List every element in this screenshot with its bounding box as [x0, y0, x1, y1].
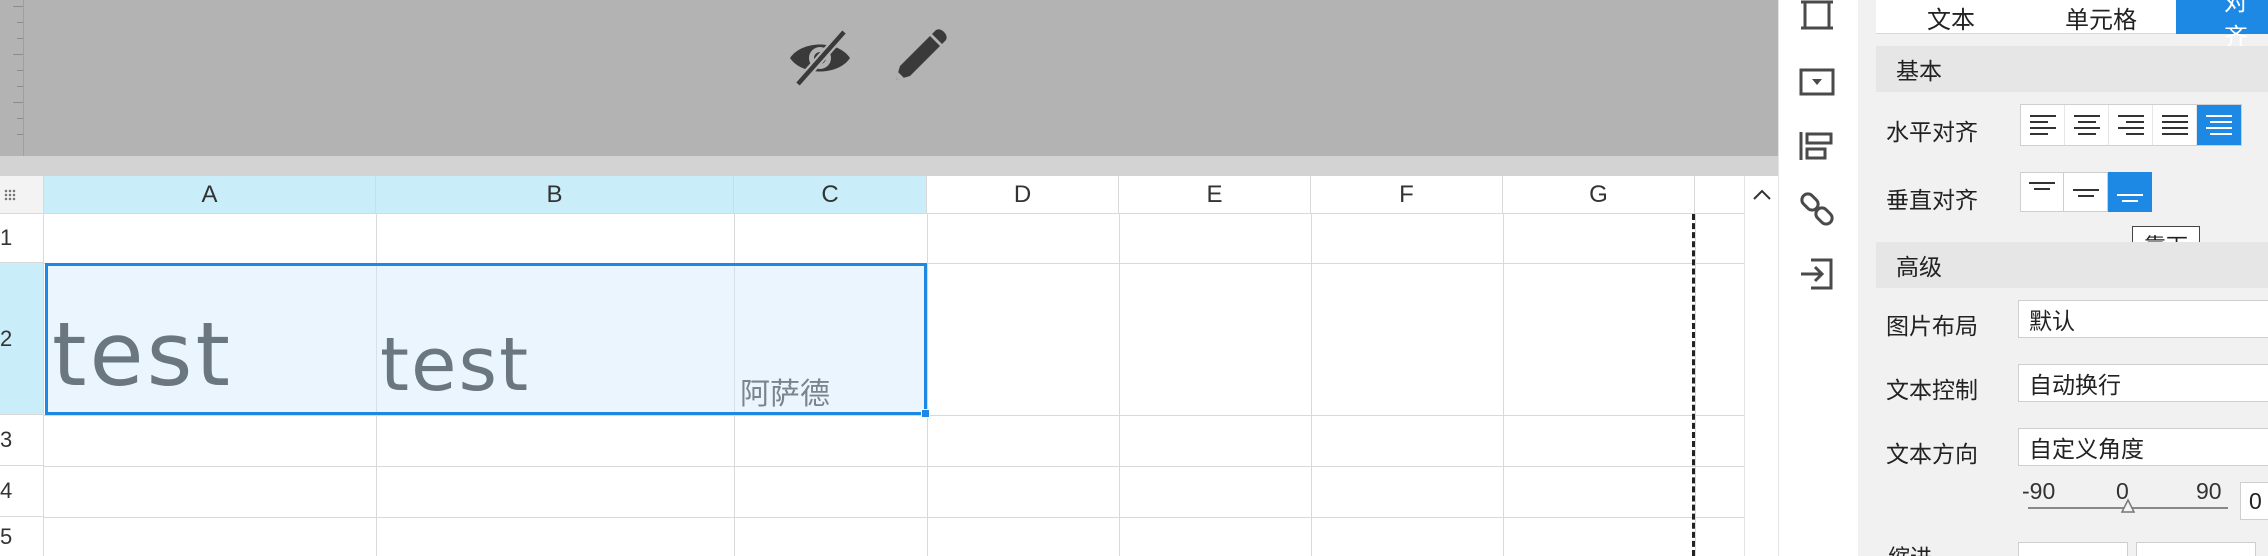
pencil-icon[interactable] [882, 22, 954, 94]
valign-top-icon [2029, 182, 2055, 190]
grid-line [1311, 214, 1312, 556]
design-preview-area [0, 0, 1778, 156]
vertical-align-label: 垂直对齐 [1886, 188, 1978, 214]
indent-input[interactable] [2018, 542, 2128, 556]
align-distributed-icon [2206, 115, 2232, 135]
horizontal-align-group [2020, 104, 2242, 146]
indent-label: 缩进 [1888, 540, 1932, 556]
image-layout-label: 图片布局 [1886, 314, 1978, 340]
row-header-2[interactable]: 2 [0, 263, 44, 415]
horizontal-align-label: 水平对齐 [1886, 120, 1978, 146]
grid-line [1695, 214, 1696, 556]
align-right-button[interactable] [2109, 105, 2153, 145]
link-icon[interactable] [1797, 190, 1837, 230]
tab-cell[interactable]: 单元格 [2026, 0, 2176, 34]
row-header-3[interactable]: 3 [0, 415, 44, 466]
dropdown-box-icon[interactable] [1797, 62, 1837, 102]
cell-a2[interactable]: test [52, 311, 233, 399]
valign-middle-icon [2072, 189, 2099, 197]
cell-c2[interactable]: 阿萨德 [740, 380, 830, 410]
column-header-f[interactable]: F [1311, 176, 1503, 214]
column-header-e[interactable]: E [1119, 176, 1311, 214]
align-right-icon [2117, 115, 2144, 135]
valign-bottom-icon [2117, 194, 2143, 202]
column-header-g[interactable]: G [1503, 176, 1695, 214]
vertical-align-group [2020, 172, 2152, 212]
chevron-up-icon[interactable] [1751, 184, 1773, 206]
align-justify-button[interactable] [2153, 105, 2197, 145]
valign-middle-button[interactable] [2064, 172, 2108, 212]
section-advanced-heading: 高级 [1876, 242, 2268, 288]
column-header-c[interactable]: C [734, 176, 927, 214]
tab-align[interactable]: 对齐 [2176, 0, 2268, 51]
text-control-select[interactable]: 自动换行 [2018, 364, 2268, 402]
select-all-corner[interactable] [0, 176, 44, 214]
tab-text[interactable]: 文本 [1876, 0, 2026, 34]
section-basic-heading: 基本 [1876, 46, 2268, 92]
valign-top-button[interactable] [2020, 172, 2064, 212]
crop-icon[interactable] [1797, 0, 1837, 36]
valign-bottom-button[interactable] [2108, 172, 2152, 212]
column-header-a[interactable]: A [44, 176, 376, 214]
align-blocks-icon[interactable] [1797, 126, 1837, 166]
column-header-d[interactable]: D [927, 176, 1119, 214]
vertical-scrollbar[interactable] [1744, 176, 1778, 556]
spreadsheet-grid[interactable]: A B C D E F G 1 2 3 4 5 test test 阿萨德 [0, 176, 1778, 556]
page-break-line [1692, 214, 1695, 556]
preview-divider [0, 156, 1778, 176]
grid-line [927, 214, 928, 556]
grid-line [1503, 214, 1504, 556]
column-header-blank [1695, 176, 1744, 214]
text-control-label: 文本控制 [1886, 378, 1978, 404]
align-left-button[interactable] [2021, 105, 2065, 145]
vertical-ruler [0, 0, 24, 156]
row-header-1[interactable]: 1 [0, 214, 44, 263]
angle-slider-thumb[interactable] [2120, 498, 2136, 513]
align-justify-icon [2161, 115, 2188, 135]
image-layout-select[interactable]: 默认 [2018, 300, 2268, 338]
panel-tabs: 文本 单元格 对齐 [1876, 0, 2268, 51]
cell-b2[interactable]: test [380, 328, 530, 402]
grid-line [44, 466, 1744, 467]
align-center-icon [2073, 115, 2100, 135]
grid-line [44, 415, 1744, 416]
app-window: A B C D E F G 1 2 3 4 5 test test 阿萨德 文本… [0, 0, 2268, 556]
angle-slider[interactable] [2028, 478, 2228, 528]
eye-slash-icon[interactable] [784, 22, 856, 94]
align-left-icon [2029, 115, 2056, 135]
text-direction-select[interactable]: 自定义角度 [2018, 428, 2268, 466]
grid-line [44, 517, 1744, 518]
align-distributed-button[interactable] [2197, 105, 2241, 145]
angle-input[interactable]: 0 [2240, 482, 2268, 520]
grid-line [1119, 214, 1120, 556]
column-header-b[interactable]: B [376, 176, 734, 214]
text-direction-label: 文本方向 [1886, 442, 1978, 468]
side-toolbar [1778, 0, 1858, 556]
selection-fill-handle[interactable] [921, 409, 930, 418]
row-header-4[interactable]: 4 [0, 466, 44, 517]
import-icon[interactable] [1797, 254, 1837, 294]
row-header-5[interactable]: 5 [0, 517, 44, 556]
align-center-button[interactable] [2065, 105, 2109, 145]
indent-spinner[interactable] [2136, 542, 2256, 556]
